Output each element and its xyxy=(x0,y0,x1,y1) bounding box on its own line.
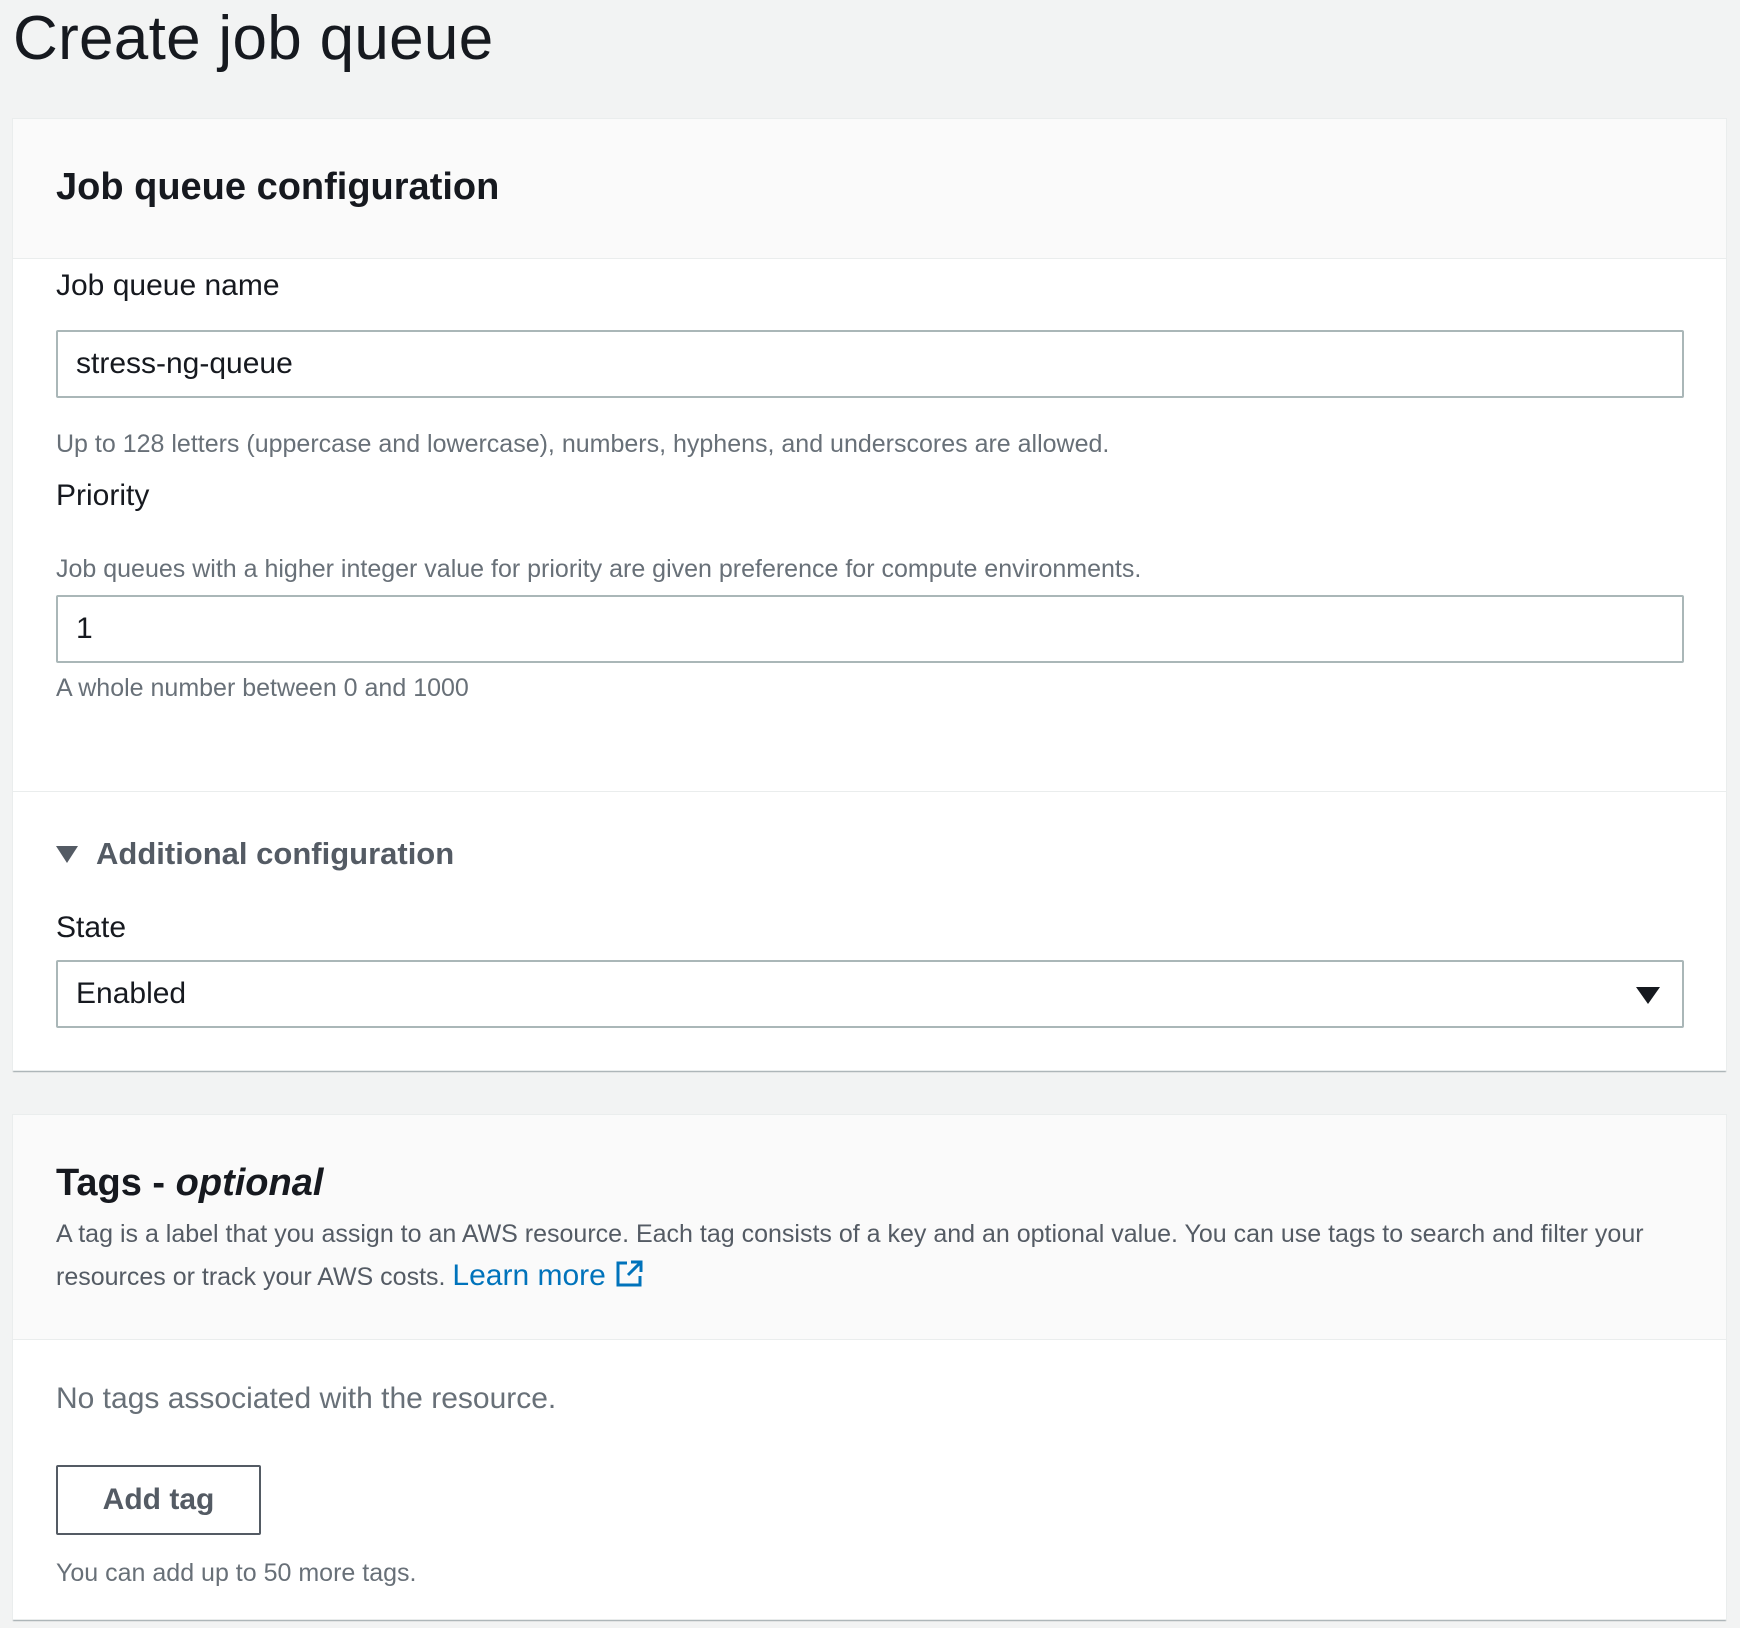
priority-label: Priority xyxy=(56,479,150,512)
tags-limit-hint: You can add up to 50 more tags. xyxy=(56,1559,417,1587)
section-divider xyxy=(13,791,1726,792)
additional-configuration-label: Additional configuration xyxy=(96,836,455,871)
state-select[interactable]: Enabled xyxy=(56,960,1684,1028)
job-queue-name-input[interactable] xyxy=(56,330,1684,398)
page-title: Create job queue xyxy=(13,4,494,73)
external-link-icon xyxy=(616,1260,643,1287)
state-selected-value: Enabled xyxy=(76,977,187,1010)
tags-title-optional: optional xyxy=(175,1162,324,1204)
priority-description: Job queues with a higher integer value f… xyxy=(56,555,1142,583)
additional-configuration-toggle[interactable]: Additional configuration xyxy=(56,834,454,874)
caret-down-icon xyxy=(1636,987,1660,1004)
state-label: State xyxy=(56,911,127,944)
learn-more-link[interactable]: Learn more xyxy=(452,1259,643,1292)
tags-description-text: A tag is a label that you assign to an A… xyxy=(56,1220,1644,1291)
job-queue-configuration-panel: Job queue configuration Job queue name U… xyxy=(12,118,1727,1071)
add-tag-button[interactable]: Add tag xyxy=(56,1465,261,1535)
tags-panel: Tags - optional A tag is a label that yo… xyxy=(12,1114,1727,1620)
priority-input[interactable] xyxy=(56,595,1684,663)
job-queue-name-label: Job queue name xyxy=(56,269,280,302)
no-tags-message: No tags associated with the resource. xyxy=(56,1382,557,1415)
job-queue-name-hint: Up to 128 letters (uppercase and lowerca… xyxy=(56,430,1110,458)
tags-description: A tag is a label that you assign to an A… xyxy=(56,1214,1696,1298)
caret-down-icon xyxy=(56,845,78,863)
panel-header: Job queue configuration xyxy=(13,119,1726,259)
tags-title: Tags - optional xyxy=(56,1160,323,1206)
panel-header: Tags - optional A tag is a label that yo… xyxy=(13,1115,1726,1340)
tags-title-main: Tags - xyxy=(56,1162,176,1204)
priority-hint: A whole number between 0 and 1000 xyxy=(56,674,469,702)
panel-title: Job queue configuration xyxy=(56,166,500,208)
learn-more-label: Learn more xyxy=(452,1259,606,1292)
